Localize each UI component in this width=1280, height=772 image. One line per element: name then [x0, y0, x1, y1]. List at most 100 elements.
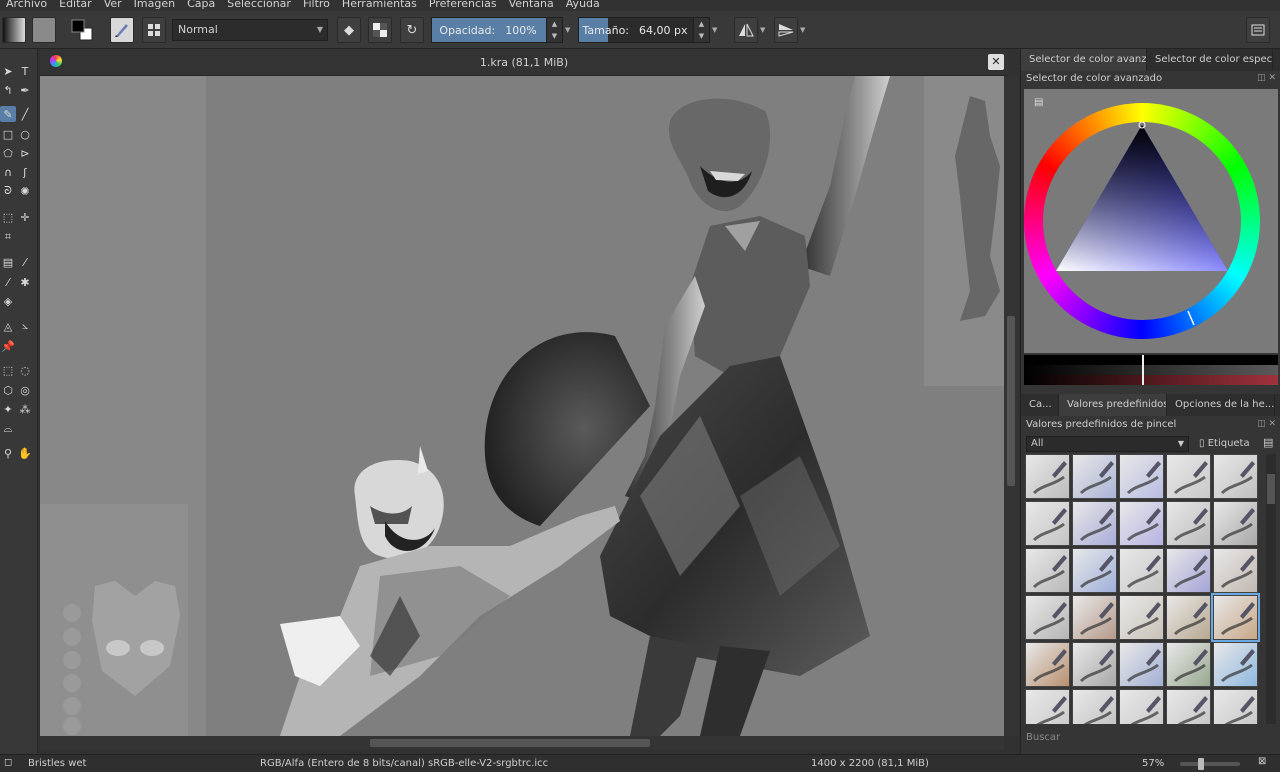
- mirror-vertical-icon[interactable]: [774, 17, 798, 43]
- zoom-slider[interactable]: [1180, 758, 1240, 770]
- polygon-tool-icon[interactable]: ⬠: [0, 145, 16, 161]
- menu-editar[interactable]: Editar: [53, 0, 98, 9]
- brush-preset-thumbnail[interactable]: [1072, 454, 1117, 499]
- multibrush-tool-icon[interactable]: ✺: [17, 183, 33, 199]
- brush-preset-thumbnail[interactable]: [1119, 548, 1164, 593]
- tab-brush-presets[interactable]: Valores predefinidos...: [1059, 394, 1167, 416]
- menu-preferencias[interactable]: Preferencias: [423, 0, 503, 9]
- preset-scrollbar[interactable]: [1266, 454, 1276, 724]
- preset-tag-filter-select[interactable]: All ▼: [1026, 436, 1189, 452]
- opacity-slider[interactable]: Opacidad: 100% ▲ ▼: [431, 17, 563, 43]
- brush-preset-thumbnail[interactable]: [1119, 501, 1164, 546]
- brush-preset-icon[interactable]: [110, 17, 134, 43]
- brush-preset-thumbnail[interactable]: [1213, 689, 1258, 724]
- color-picker-tool-icon[interactable]: ⁄: [17, 254, 33, 270]
- drawing-canvas[interactable]: [40, 76, 1004, 736]
- brush-preset-thumbnail[interactable]: [1072, 501, 1117, 546]
- zoom-level[interactable]: 57%: [1142, 758, 1164, 769]
- brush-preset-thumbnail[interactable]: [1119, 454, 1164, 499]
- menu-herramientas[interactable]: Herramientas: [336, 0, 423, 9]
- docker-float-close-icon[interactable]: ◫ ✕: [1257, 419, 1276, 429]
- brush-preset-thumbnail[interactable]: [1119, 642, 1164, 687]
- brush-preset-thumbnail[interactable]: [1213, 642, 1258, 687]
- transform-tool-icon[interactable]: ⬚: [0, 209, 16, 225]
- alpha-lock-icon[interactable]: [368, 17, 392, 43]
- size-spinner[interactable]: ▲ ▼: [693, 18, 709, 42]
- bezier-selection-tool-icon[interactable]: ⌓: [0, 421, 16, 437]
- preset-search-input[interactable]: Buscar: [1026, 732, 1060, 743]
- size-slider[interactable]: Tamaño: 64,00 px ▲ ▼: [578, 17, 710, 43]
- docker-float-close-icon[interactable]: ◫ ✕: [1257, 73, 1276, 83]
- brush-preset-thumbnail[interactable]: [1166, 501, 1211, 546]
- gradient-tool-icon[interactable]: ▤: [0, 254, 16, 270]
- color-selector[interactable]: ▤: [1024, 89, 1278, 353]
- brush-preset-thumbnail[interactable]: [1072, 642, 1117, 687]
- smart-patch-tool-icon[interactable]: ✱: [17, 274, 33, 290]
- reference-images-tool-icon[interactable]: 📌: [0, 338, 16, 354]
- brush-preset-thumbnail[interactable]: [1072, 595, 1117, 640]
- line-tool-icon[interactable]: ╱: [17, 106, 33, 122]
- close-document-icon[interactable]: ✕: [988, 54, 1004, 70]
- menu-capa[interactable]: Capa: [181, 0, 221, 9]
- rectangular-selection-tool-icon[interactable]: ⬚: [0, 362, 16, 378]
- freehand-brush-tool-icon[interactable]: ✎: [0, 106, 16, 122]
- similar-selection-tool-icon[interactable]: ⁂: [17, 401, 33, 417]
- brush-preset-thumbnail[interactable]: [1213, 454, 1258, 499]
- assistant-tool-icon[interactable]: ◬: [0, 318, 16, 334]
- elliptical-selection-tool-icon[interactable]: ◌: [17, 362, 33, 378]
- chevron-down-icon[interactable]: ▼: [565, 26, 570, 34]
- polygonal-selection-tool-icon[interactable]: ⬡: [0, 382, 16, 398]
- brush-preset-thumbnail[interactable]: [1072, 689, 1117, 724]
- color-selector-settings-icon[interactable]: ▤: [1034, 97, 1043, 108]
- zoom-tool-icon[interactable]: ⚲: [0, 445, 16, 461]
- chevron-down-icon[interactable]: ▼: [800, 26, 805, 34]
- rectangle-tool-icon[interactable]: □: [0, 126, 16, 142]
- preset-tag-button[interactable]: ▯ Etiqueta: [1199, 436, 1263, 452]
- brush-status-icon[interactable]: ◻: [4, 757, 12, 768]
- polyline-tool-icon[interactable]: ⊳: [17, 145, 33, 161]
- menu-ayuda[interactable]: Ayuda: [560, 0, 606, 9]
- measure-tool-icon[interactable]: ⦣: [17, 318, 33, 334]
- reload-preset-icon[interactable]: ↻: [400, 17, 424, 43]
- bezier-tool-icon[interactable]: ∩: [0, 164, 16, 180]
- calligraphy-tool-icon[interactable]: ✒: [17, 82, 33, 98]
- brush-preset-thumbnail[interactable]: [1025, 642, 1070, 687]
- eraser-mode-icon[interactable]: ◆: [337, 17, 361, 43]
- edit-shapes-tool-icon[interactable]: ↰: [0, 82, 16, 98]
- fill-tool-icon[interactable]: ◈: [0, 293, 16, 309]
- brush-preset-thumbnail[interactable]: [1025, 454, 1070, 499]
- workspace-menu-icon[interactable]: [1246, 17, 1270, 43]
- zoom-slider-knob[interactable]: [1198, 758, 1204, 770]
- brush-preset-thumbnail[interactable]: [1166, 642, 1211, 687]
- chevron-down-icon[interactable]: ▼: [760, 26, 765, 34]
- canvas-horizontal-scrollbar[interactable]: [40, 736, 1004, 750]
- brush-preset-thumbnail[interactable]: [1119, 689, 1164, 724]
- mirror-horizontal-icon[interactable]: [734, 17, 758, 43]
- brush-preset-thumbnail[interactable]: [1025, 501, 1070, 546]
- brush-preset-thumbnail[interactable]: [1166, 454, 1211, 499]
- tab-tool-options[interactable]: Opciones de la he...: [1167, 394, 1275, 416]
- tab-advanced-color-selector[interactable]: Selector de color avanz...: [1021, 49, 1147, 71]
- brush-preset-thumbnail[interactable]: [1166, 595, 1211, 640]
- menu-ver[interactable]: Ver: [98, 0, 128, 9]
- brush-preset-thumbnail[interactable]: [1072, 548, 1117, 593]
- brush-preset-thumbnail[interactable]: [1025, 595, 1070, 640]
- move-tool-icon[interactable]: ✛: [17, 209, 33, 225]
- brush-settings-icon[interactable]: [142, 17, 166, 43]
- pattern-swatch[interactable]: [32, 17, 56, 43]
- vertical-scroll-thumb[interactable]: [1007, 316, 1015, 486]
- crop-tool-icon[interactable]: ⌗: [0, 229, 16, 245]
- brush-preset-thumbnail[interactable]: [1211, 593, 1260, 642]
- contiguous-selection-tool-icon[interactable]: ✦: [0, 401, 16, 417]
- canvas-vertical-scrollbar[interactable]: [1004, 76, 1018, 736]
- ellipse-tool-icon[interactable]: ○: [17, 126, 33, 142]
- gradient-swatch[interactable]: [2, 17, 26, 43]
- menu-seleccionar[interactable]: Seleccionar: [221, 0, 297, 9]
- fg-bg-color-icon[interactable]: [70, 17, 94, 43]
- tab-specific-color-selector[interactable]: Selector de color especif...: [1147, 49, 1273, 71]
- preset-view-menu-icon[interactable]: ▤: [1263, 436, 1273, 449]
- menu-imagen[interactable]: Imagen: [128, 0, 181, 9]
- menu-filtro[interactable]: Filtro: [297, 0, 336, 9]
- opacity-spinner[interactable]: ▲ ▼: [546, 18, 562, 42]
- colorize-mask-tool-icon[interactable]: ⁄: [0, 274, 16, 290]
